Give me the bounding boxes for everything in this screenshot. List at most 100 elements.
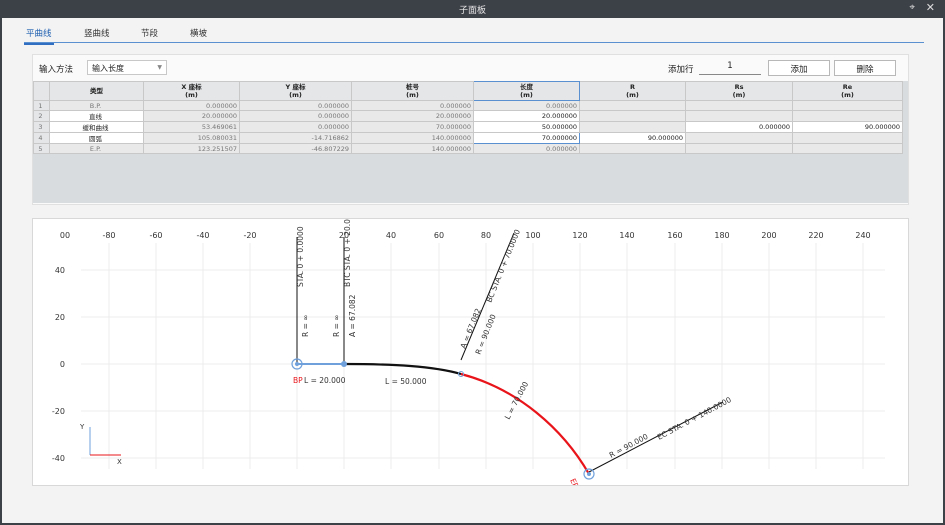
cell-x: 53.469061 [143,121,240,133]
row-index: 5 [33,143,50,154]
x-tick-label: 40 [386,231,396,240]
input-method-select[interactable]: 输入长度 ▼ [87,60,167,75]
cell-type: B.P. [49,100,144,111]
cell-re [792,110,903,122]
spiral-length-label: L = 50.000 [385,377,427,386]
cell-x: 123.251507 [143,143,240,154]
x-tick-label: 60 [434,231,444,240]
chevron-down-icon: ▼ [157,64,162,71]
y-tick-label: 40 [55,266,65,275]
cell-x: 105.080031 [143,132,240,144]
x-tick-label: -40 [196,231,209,240]
col-header-text: X 座标 (m) [181,83,202,99]
add-row-count-input[interactable]: 1 [699,60,761,75]
col-header-text: Y 座标 (m) [285,83,306,99]
row-index: 2 [33,110,50,122]
y-tick-label: 20 [55,313,65,322]
x-tick-label: 240 [855,231,870,240]
ec-station-label: EC STA. 0 + 140.0000 [656,395,733,442]
alignment-plot[interactable]: 00 -80 -60 -40 -20 20 40 60 80 100 120 1… [32,218,909,486]
delete-button[interactable]: 删除 [834,60,896,76]
col-header-re: Re (m) [792,81,903,101]
cell-r [579,121,686,133]
cell-type[interactable]: 缓和曲线 [49,121,144,133]
tab-horizontal-curve[interactable]: 平曲线 [24,27,54,45]
row-index: 4 [33,132,50,144]
cell-r [579,100,686,111]
cell-length: 0.000000 [473,100,580,111]
tab-segment[interactable]: 节段 [141,27,158,39]
bp-marker-dot [295,362,299,366]
ec-radius-label: R = 90.000 [608,432,650,460]
cell-type: E.P. [49,143,144,154]
axis-indicator: Y X [79,423,122,466]
cell-y: 0.000000 [239,121,352,133]
cell-station: 140.000000 [351,143,474,154]
close-icon[interactable]: ✕ [926,1,935,14]
cell-r[interactable]: 90.000000 [579,132,686,144]
x-tick-label: 180 [714,231,729,240]
table-row[interactable]: 4 圆弧 105.080031 -14.716862 140.000000 70… [33,132,903,144]
col-header-rs: Rs (m) [685,81,793,101]
tangent-length-label: L = 20.000 [304,376,346,385]
col-header-text: Re (m) [841,83,854,99]
col-header-r: R (m) [579,81,686,101]
col-header-text: Rs (m) [732,83,746,99]
x-tick-label: -60 [149,231,162,240]
add-button[interactable]: 添加 [768,60,830,76]
cell-type[interactable]: 直线 [49,110,144,122]
cell-x: 0.000000 [143,100,240,111]
cell-y: 0.000000 [239,100,352,111]
bp-station-label: STA. 0 + 0.0000 [296,226,305,287]
bp-label: BP [293,376,303,385]
table-row[interactable]: 5 E.P. 123.251507 -46.807229 140.000000 … [33,143,903,154]
cell-length: 0.000000 [473,143,580,154]
sub-panel: 平曲线 竖曲线 节段 横坡 输入方法 输入长度 ▼ 添加行 1 添加 删除 类型 [2,18,943,523]
input-method-label: 输入方法 [39,65,74,75]
alignment-plot-svg[interactable]: 00 -80 -60 -40 -20 20 40 60 80 100 120 1… [33,219,908,485]
x-axis-indicator-label: X [117,458,122,466]
col-header-text: R (m) [626,83,639,99]
btc-marker[interactable] [341,361,347,367]
cell-type[interactable]: 圆弧 [49,132,144,144]
cell-rs [685,100,793,111]
col-header-x: X 座标 (m) [143,81,240,101]
row-index: 1 [33,100,50,111]
pin-icon[interactable]: ⌖ [909,2,915,13]
col-header-y: Y 座标 (m) [239,81,352,101]
x-tick-label: 00 [60,231,70,240]
input-method-value: 输入长度 [92,64,124,73]
cell-rs[interactable]: 0.000000 [685,121,793,133]
table-row[interactable]: 3 缓和曲线 53.469061 0.000000 70.000000 50.0… [33,121,903,133]
cell-x: 20.000000 [143,110,240,122]
window-title: 子面板 [458,6,486,16]
cell-re [792,143,903,154]
arc-length-label: L = 70.000 [503,380,531,421]
tab-cross-slope[interactable]: 横坡 [190,27,207,39]
x-tick-label: 160 [667,231,682,240]
ep-label: EP [568,477,580,485]
y-tick-label: -20 [52,407,65,416]
radius-inf-label-1: R = ∞ [301,314,310,337]
plot-gridlines [81,243,885,469]
cell-length[interactable]: 50.000000 [473,121,580,133]
cell-length[interactable]: 70.000000 [473,132,580,144]
add-row-label: 添加行 [668,65,694,75]
cell-re[interactable]: 90.000000 [792,121,903,133]
x-tick-label: 120 [572,231,587,240]
cell-re [792,132,903,144]
cell-y: -14.716862 [239,132,352,144]
x-tick-label: 220 [808,231,823,240]
cell-r [579,110,686,122]
spiral-segment[interactable] [343,362,462,376]
y-axis-indicator-label: Y [79,423,85,431]
cell-re [792,100,903,111]
radius-inf-label-2: R = ∞ [332,314,341,337]
cell-length[interactable]: 20.000000 [473,110,580,122]
table-row[interactable]: 1 B.P. 0.000000 0.000000 0.000000 0.0000… [33,100,903,111]
col-header-station: 桩号 (m) [351,81,474,101]
tab-vertical-curve[interactable]: 竖曲线 [84,27,110,39]
x-tick-label: 80 [481,231,491,240]
col-header-text: 类型 [90,87,103,95]
table-row[interactable]: 2 直线 20.000000 0.000000 20.000000 20.000… [33,110,903,122]
